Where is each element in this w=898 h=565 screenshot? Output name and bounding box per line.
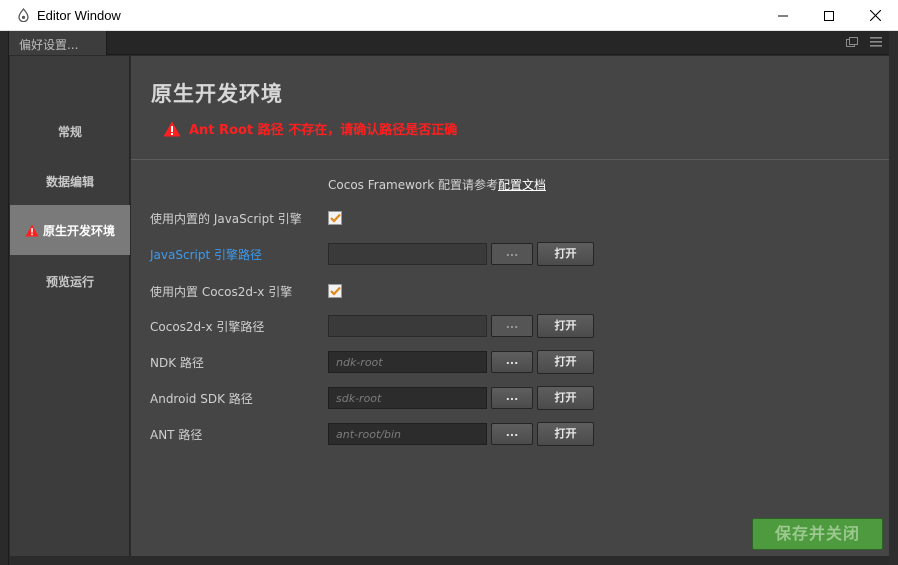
sidebar-item-label: 常规	[57, 124, 82, 139]
minimize-button[interactable]	[760, 0, 806, 31]
android-sdk-path-input[interactable]	[328, 387, 487, 409]
sidebar-item-preview[interactable]: 预览运行	[10, 256, 130, 306]
close-button[interactable]	[852, 0, 898, 31]
tab-tools	[845, 35, 883, 49]
ndk-path-label: NDK 路径	[150, 355, 204, 370]
cocos2dx-browse-button[interactable]: ...	[491, 315, 533, 337]
row-use-builtin-js: 使用内置的 JavaScript 引擎	[150, 207, 342, 229]
sidebar-item-native-env[interactable]: 原生开发环境	[10, 205, 130, 255]
sidebar-item-label: 原生开发环境	[42, 223, 115, 238]
android-sdk-open-button[interactable]: 打开	[537, 386, 594, 410]
panel-header: 原生开发环境 Ant Root 路径 不存在，请确认路径是否正确	[131, 56, 889, 160]
page-title: 原生开发环境	[151, 82, 283, 106]
sidebar-item-general[interactable]: 常规	[10, 106, 130, 156]
save-and-close-button[interactable]: 保存并关闭	[752, 518, 883, 550]
framework-info: Cocos Framework 配置请参考配置文档	[328, 176, 546, 193]
ant-path-input[interactable]	[328, 423, 487, 445]
preferences-sidebar: 常规 数据编辑 原生开发环境 预览运行	[10, 56, 130, 556]
title-bar: Editor Window	[0, 0, 898, 31]
row-ndk-path: NDK 路径 ... 打开	[150, 350, 594, 374]
sidebar-item-data-editing[interactable]: 数据编辑	[10, 156, 130, 206]
path-warning: Ant Root 路径 不存在，请确认路径是否正确	[163, 119, 457, 138]
use-builtin-cocos2dx-label: 使用内置 Cocos2d-x 引擎	[150, 284, 293, 299]
settings-panel: 原生开发环境 Ant Root 路径 不存在，请确认路径是否正确 Cocos F…	[131, 56, 889, 556]
window-controls	[760, 0, 898, 31]
js-engine-open-button[interactable]: 打开	[537, 242, 594, 266]
use-builtin-js-checkbox[interactable]	[328, 211, 342, 225]
ant-browse-button[interactable]: ...	[491, 423, 533, 445]
row-use-builtin-cocos2dx: 使用内置 Cocos2d-x 引擎	[150, 280, 342, 302]
use-builtin-cocos2dx-checkbox[interactable]	[328, 284, 342, 298]
cocos2dx-open-button[interactable]: 打开	[537, 314, 594, 338]
left-edge	[0, 31, 9, 565]
cocos2dx-path-label: Cocos2d-x 引擎路径	[150, 319, 265, 334]
js-engine-browse-button[interactable]: ...	[491, 243, 533, 265]
warning-text: Ant Root 路径 不存在，请确认路径是否正确	[189, 123, 458, 138]
info-text: Cocos Framework 配置请参考	[328, 178, 498, 192]
window-title: Editor Window	[37, 7, 121, 23]
tab-preferences[interactable]: 偏好设置...	[9, 31, 107, 55]
android-sdk-path-label: Android SDK 路径	[150, 391, 253, 406]
sidebar-item-label: 数据编辑	[45, 174, 94, 189]
js-engine-path-label: JavaScript 引擎路径	[150, 247, 262, 262]
sidebar-item-label: 预览运行	[45, 274, 94, 289]
row-android-sdk-path: Android SDK 路径 ... 打开	[150, 386, 594, 410]
android-sdk-browse-button[interactable]: ...	[491, 387, 533, 409]
ndk-open-button[interactable]: 打开	[537, 350, 594, 374]
maximize-button[interactable]	[806, 0, 852, 31]
warning-icon	[163, 121, 181, 137]
checkmark-icon	[329, 213, 341, 223]
js-engine-path-input[interactable]	[328, 243, 487, 265]
ant-open-button[interactable]: 打开	[537, 422, 594, 446]
row-js-engine-path: JavaScript 引擎路径 ... 打开	[150, 242, 594, 266]
popout-icon[interactable]	[845, 35, 859, 49]
panel-tab-bar: 偏好设置...	[9, 31, 889, 55]
row-ant-path: ANT 路径 ... 打开	[150, 422, 594, 446]
app-logo-icon	[16, 8, 30, 22]
menu-icon[interactable]	[869, 35, 883, 49]
row-cocos2dx-path: Cocos2d-x 引擎路径 ... 打开	[150, 314, 594, 338]
cocos2dx-path-input[interactable]	[328, 315, 487, 337]
ant-path-label: ANT 路径	[150, 427, 203, 442]
config-docs-link[interactable]: 配置文档	[498, 178, 546, 192]
ndk-browse-button[interactable]: ...	[491, 351, 533, 373]
ndk-path-input[interactable]	[328, 351, 487, 373]
use-builtin-js-label: 使用内置的 JavaScript 引擎	[150, 211, 302, 226]
right-edge	[889, 31, 898, 565]
checkmark-icon	[329, 286, 341, 296]
warning-icon	[25, 224, 39, 237]
